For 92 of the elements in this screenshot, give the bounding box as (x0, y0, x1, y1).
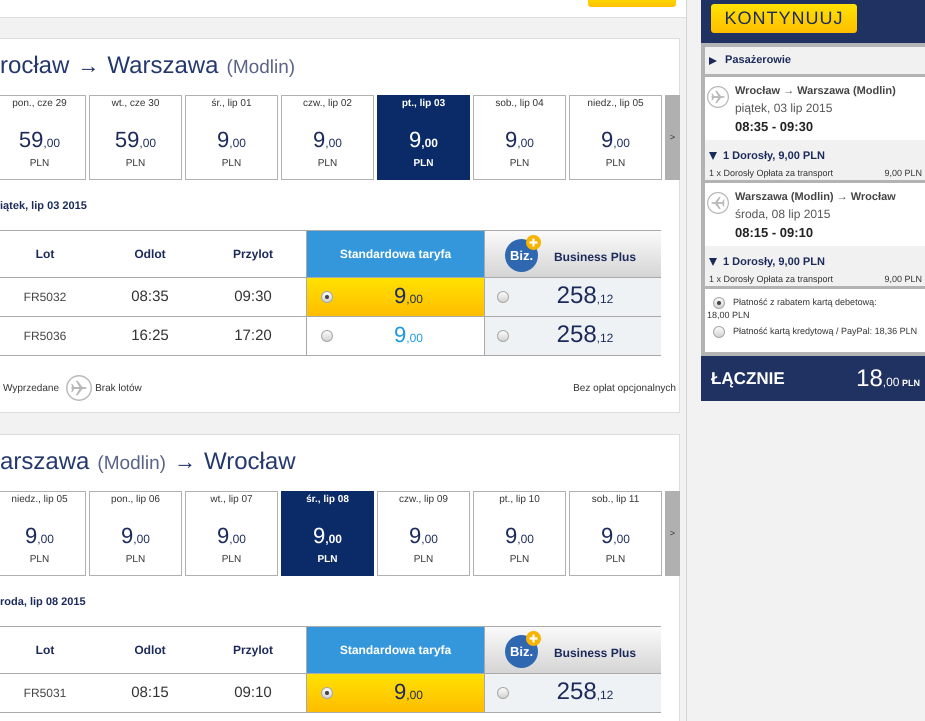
table-cell-text: FR5036 (22, 328, 68, 345)
trip-time: 08:15 - 09:10 (735, 224, 814, 241)
radio-button[interactable] (497, 330, 509, 342)
column-header: Standardowa taryfa (306, 231, 484, 277)
payment-amount: 18,36 PLN (874, 326, 918, 336)
table-cell-text: FR5031 (22, 685, 68, 702)
radio-button[interactable] (321, 330, 333, 342)
legend-label: Wyprzedane (3, 382, 60, 396)
fare-price: 258,12 (556, 282, 614, 310)
plus-badge-icon (526, 235, 541, 250)
trip-route: Warszawa (Modlin) → Wrocław (735, 190, 896, 204)
table-cell-text: 08:35 (130, 286, 170, 307)
fee-amount: 9,00 PLN (884, 273, 922, 285)
date-tile[interactable]: pon., cze 29 59,00 PLN (0, 95, 86, 180)
plane-circle-icon (707, 86, 729, 108)
radio-button[interactable] (713, 296, 725, 309)
column-header: Przylot (232, 642, 274, 659)
plus-badge-icon (526, 631, 541, 646)
fee-label: 1 x Dorosły Opłata za transport (709, 273, 834, 285)
fare-cell[interactable]: 258,12 (484, 317, 661, 355)
fare-price: 258,12 (556, 678, 614, 706)
date-tile[interactable]: wt., lip 07 9,00 PLN (185, 491, 278, 576)
airport-name: (Modlin) (97, 452, 166, 476)
date-heading: roda, lip 08 2015 (0, 595, 86, 609)
table-cell-text: 17:20 (233, 326, 273, 346)
payment-amount: 18,00 PLN (707, 310, 750, 320)
date-tile[interactable]: śr., lip 01 9,00 PLN (185, 95, 278, 180)
fare-price: 9,00 (394, 282, 423, 310)
payment-label: Płatność z rabatem kartą debetową: (733, 297, 877, 307)
trip-date: piątek, 03 lip 2015 (735, 100, 832, 116)
fare-cell[interactable]: 258,12 (484, 674, 661, 712)
table-cell-text: 08:15 (130, 682, 170, 703)
date-tile[interactable]: śr., lip 08 9,00 PLN (281, 491, 374, 576)
trip-time: 08:35 - 09:30 (735, 118, 814, 135)
city-name: Wrocław (204, 447, 296, 477)
payment-label: Płatność kartą kredytową / PayPal: (733, 326, 872, 336)
fare-price: 258,12 (556, 322, 614, 350)
column-header: Lot (34, 642, 56, 659)
date-tile[interactable]: pt., lip 03 9,00 PLN (377, 95, 470, 180)
airport-name: (Modlin) (226, 56, 296, 80)
column-header: Przylot (232, 246, 274, 263)
next-dates-button[interactable]: > (665, 491, 680, 576)
fare-cell[interactable]: 9,00 (306, 278, 484, 316)
route-arrow: → (77, 52, 100, 80)
trip-route: Wrocław → Warszawa (Modlin) (735, 84, 896, 98)
date-heading: iątek, lip 03 2015 (0, 199, 87, 213)
date-tile[interactable]: pon., lip 06 9,00 PLN (89, 491, 182, 576)
date-tile[interactable]: sob., lip 04 9,00 PLN (473, 95, 566, 180)
column-label: Business Plus (554, 644, 636, 662)
total-label: ŁĄCZNIE (711, 368, 785, 390)
fare-price: 9,00 (394, 322, 423, 348)
date-tile[interactable]: sob., lip 11 9,00 PLN (569, 491, 662, 576)
date-tile[interactable]: czw., lip 09 9,00 PLN (377, 491, 470, 576)
column-header: Odlot (133, 246, 167, 263)
route-arrow: → (174, 448, 196, 476)
radio-button[interactable] (321, 687, 333, 699)
city-name: Warszawa (107, 51, 218, 81)
fare-price: 9,00 (394, 678, 423, 706)
column-header: Standardowa taryfa (306, 627, 484, 673)
table-cell-text: 09:10 (233, 682, 273, 703)
table-cell-text: 09:30 (233, 286, 273, 307)
fare-cell[interactable]: 258,12 (484, 278, 661, 316)
radio-button[interactable] (713, 326, 725, 338)
fare-summary-toggle[interactable]: 1 Dorosły, 9,00 PLN (709, 149, 825, 163)
column-header: Lot (34, 246, 56, 263)
fare-cell[interactable]: 9,00 (306, 674, 484, 712)
date-tile[interactable]: pt., lip 10 9,00 PLN (473, 491, 566, 576)
column-header: Odlot (133, 642, 167, 659)
date-tile[interactable]: czw., lip 02 9,00 PLN (281, 95, 374, 180)
next-dates-button[interactable]: > (665, 95, 680, 180)
fee-amount: 9,00 PLN (884, 167, 922, 179)
date-tile[interactable]: niedz., lip 05 9,00 PLN (0, 491, 86, 576)
radio-button[interactable] (497, 291, 509, 303)
radio-button[interactable] (321, 291, 333, 303)
fee-note: Bez opłat opcjonalnych (573, 382, 676, 396)
city-name: rocław (0, 51, 70, 81)
passengers-toggle[interactable]: Pasażerowie (705, 47, 925, 74)
trip-date: środa, 08 lip 2015 (735, 206, 830, 222)
fee-label: 1 x Dorosły Opłata za transport (709, 167, 834, 179)
total-amount: 18,00 PLN (856, 364, 920, 394)
fare-summary-toggle[interactable]: 1 Dorosły, 9,00 PLN (709, 255, 825, 269)
column-label: Business Plus (554, 248, 636, 266)
table-cell-text: FR5032 (22, 289, 68, 306)
plane-circle-icon (66, 375, 92, 401)
legend-label: Brak lotów (95, 382, 142, 396)
date-tile[interactable]: wt., cze 30 59,00 PLN (89, 95, 182, 180)
plane-circle-icon (707, 192, 729, 214)
city-name: arszawa (0, 447, 90, 477)
date-tile[interactable]: niedz., lip 05 9,00 PLN (569, 95, 662, 180)
table-cell-text: 16:25 (130, 326, 170, 346)
continue-button[interactable]: KONTYNUUJ (711, 4, 857, 33)
radio-button[interactable] (497, 687, 509, 699)
